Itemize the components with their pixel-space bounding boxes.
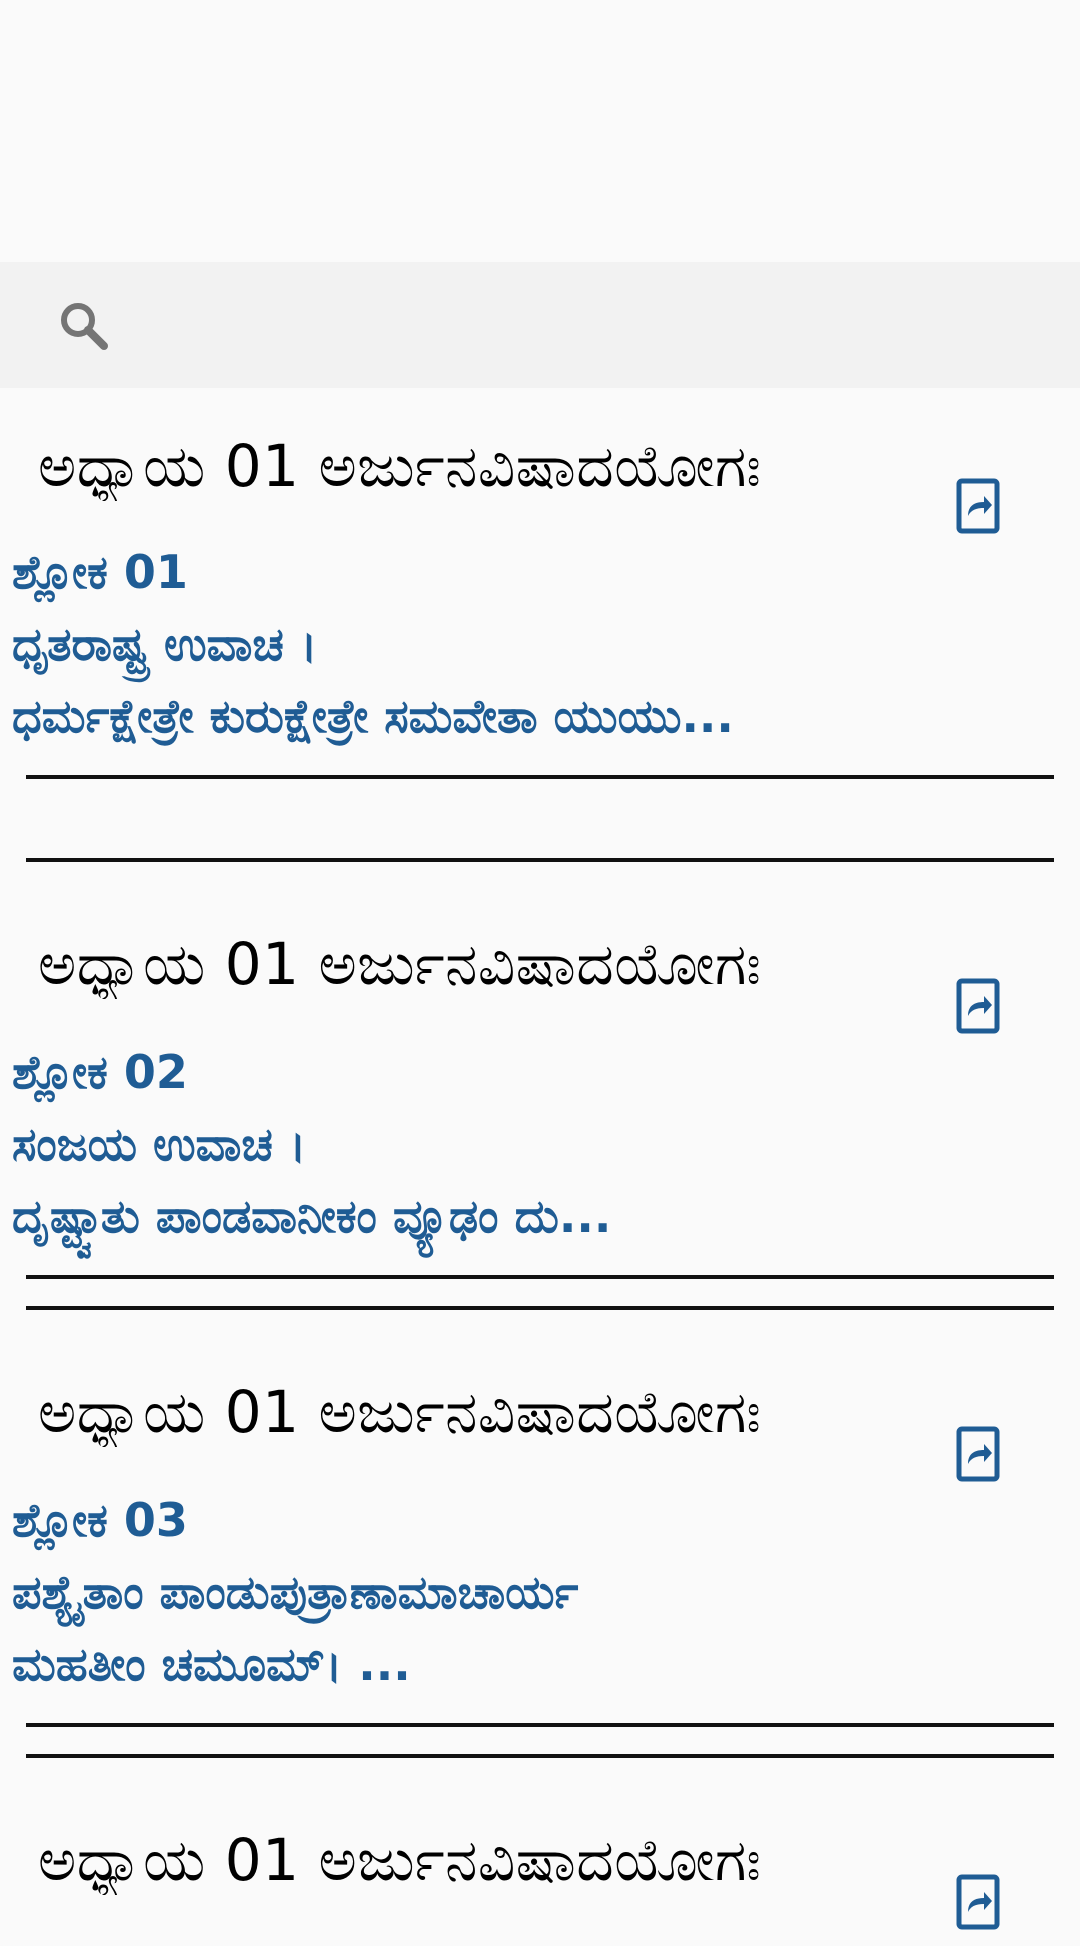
list-item[interactable]: ಅಧ್ಯಾಯ 01 ಅರ್ಜುನವಿಷಾದಯೋಗಃ ಶ್ಲೋಕ 03 ಪಶ್ಯೈ… <box>0 1308 1080 1758</box>
shloka-number: ಶ್ಲೋಕ 01 <box>12 545 188 599</box>
list-item[interactable]: ಅಧ್ಯಾಯ 01 ಅರ್ಜುನವಿಷಾದಯೋಗಃ ಶ್ಲೋಕ 01 ಧೃತರಾ… <box>0 388 1080 862</box>
chapter-title: ಅಧ್ಯಾಯ 01 ಅರ್ಜುನವಿಷಾದಯೋಗಃ <box>38 432 762 500</box>
share-icon[interactable] <box>956 478 1000 534</box>
share-icon[interactable] <box>956 1874 1000 1930</box>
shloka-number: ಶ್ಲೋಕ 02 <box>12 1045 188 1099</box>
chapter-title: ಅಧ್ಯಾಯ 01 ಅರ್ಜುನವಿಷಾದಯೋಗಃ <box>38 930 762 998</box>
search-bar[interactable] <box>0 262 1080 388</box>
chapter-title: ಅಧ್ಯಾಯ 01 ಅರ್ಜುನವಿಷಾದಯೋಗಃ <box>38 1826 762 1894</box>
search-icon[interactable] <box>56 298 112 354</box>
shloka-line: ದೃಷ್ಟ್ವಾತು ಪಾಂಡವಾನೀಕಂ ವ್ಯೂಢಂ ದು... <box>12 1189 612 1243</box>
list-item[interactable]: ಅಧ್ಯಾಯ 01 ಅರ್ಜುನವಿಷಾದಯೋಗಃ <box>0 1756 1080 1946</box>
shloka-list[interactable]: ಅಧ್ಯಾಯ 01 ಅರ್ಜುನವಿಷಾದಯೋಗಃ ಶ್ಲೋಕ 01 ಧೃತರಾ… <box>0 388 1080 1946</box>
share-icon[interactable] <box>956 978 1000 1034</box>
shloka-speaker: ಪಶ್ಯೈತಾಂ ಪಾಂಡುಪುತ್ರಾಣಾಮಾಚಾರ್ಯ <box>12 1565 579 1619</box>
chapter-title: ಅಧ್ಯಾಯ 01 ಅರ್ಜುನವಿಷಾದಯೋಗಃ <box>38 1378 762 1446</box>
shloka-line: ಮಹತೀಂ ಚಮೂಮ್। ... <box>12 1637 411 1691</box>
share-icon[interactable] <box>956 1426 1000 1482</box>
search-input[interactable] <box>140 292 1044 360</box>
shloka-number: ಶ್ಲೋಕ 03 <box>12 1493 188 1547</box>
divider <box>26 775 1054 779</box>
top-blank-area <box>0 0 1080 262</box>
shloka-line: ಧರ್ಮಕ್ಷೇತ್ರೇ ಕುರುಕ್ಷೇತ್ರೇ ಸಮವೇತಾ ಯುಯು... <box>12 689 734 743</box>
list-item[interactable]: ಅಧ್ಯಾಯ 01 ಅರ್ಜುನವಿಷಾದಯೋಗಃ ಶ್ಲೋಕ 02 ಸಂಜಯ … <box>0 860 1080 1310</box>
shloka-speaker: ಸಂಜಯ ಉವಾಚ । <box>12 1117 307 1171</box>
divider <box>26 1723 1054 1727</box>
divider <box>26 1275 1054 1279</box>
shloka-speaker: ಧೃತರಾಷ್ಟ್ರ ಉವಾಚ । <box>12 617 318 671</box>
